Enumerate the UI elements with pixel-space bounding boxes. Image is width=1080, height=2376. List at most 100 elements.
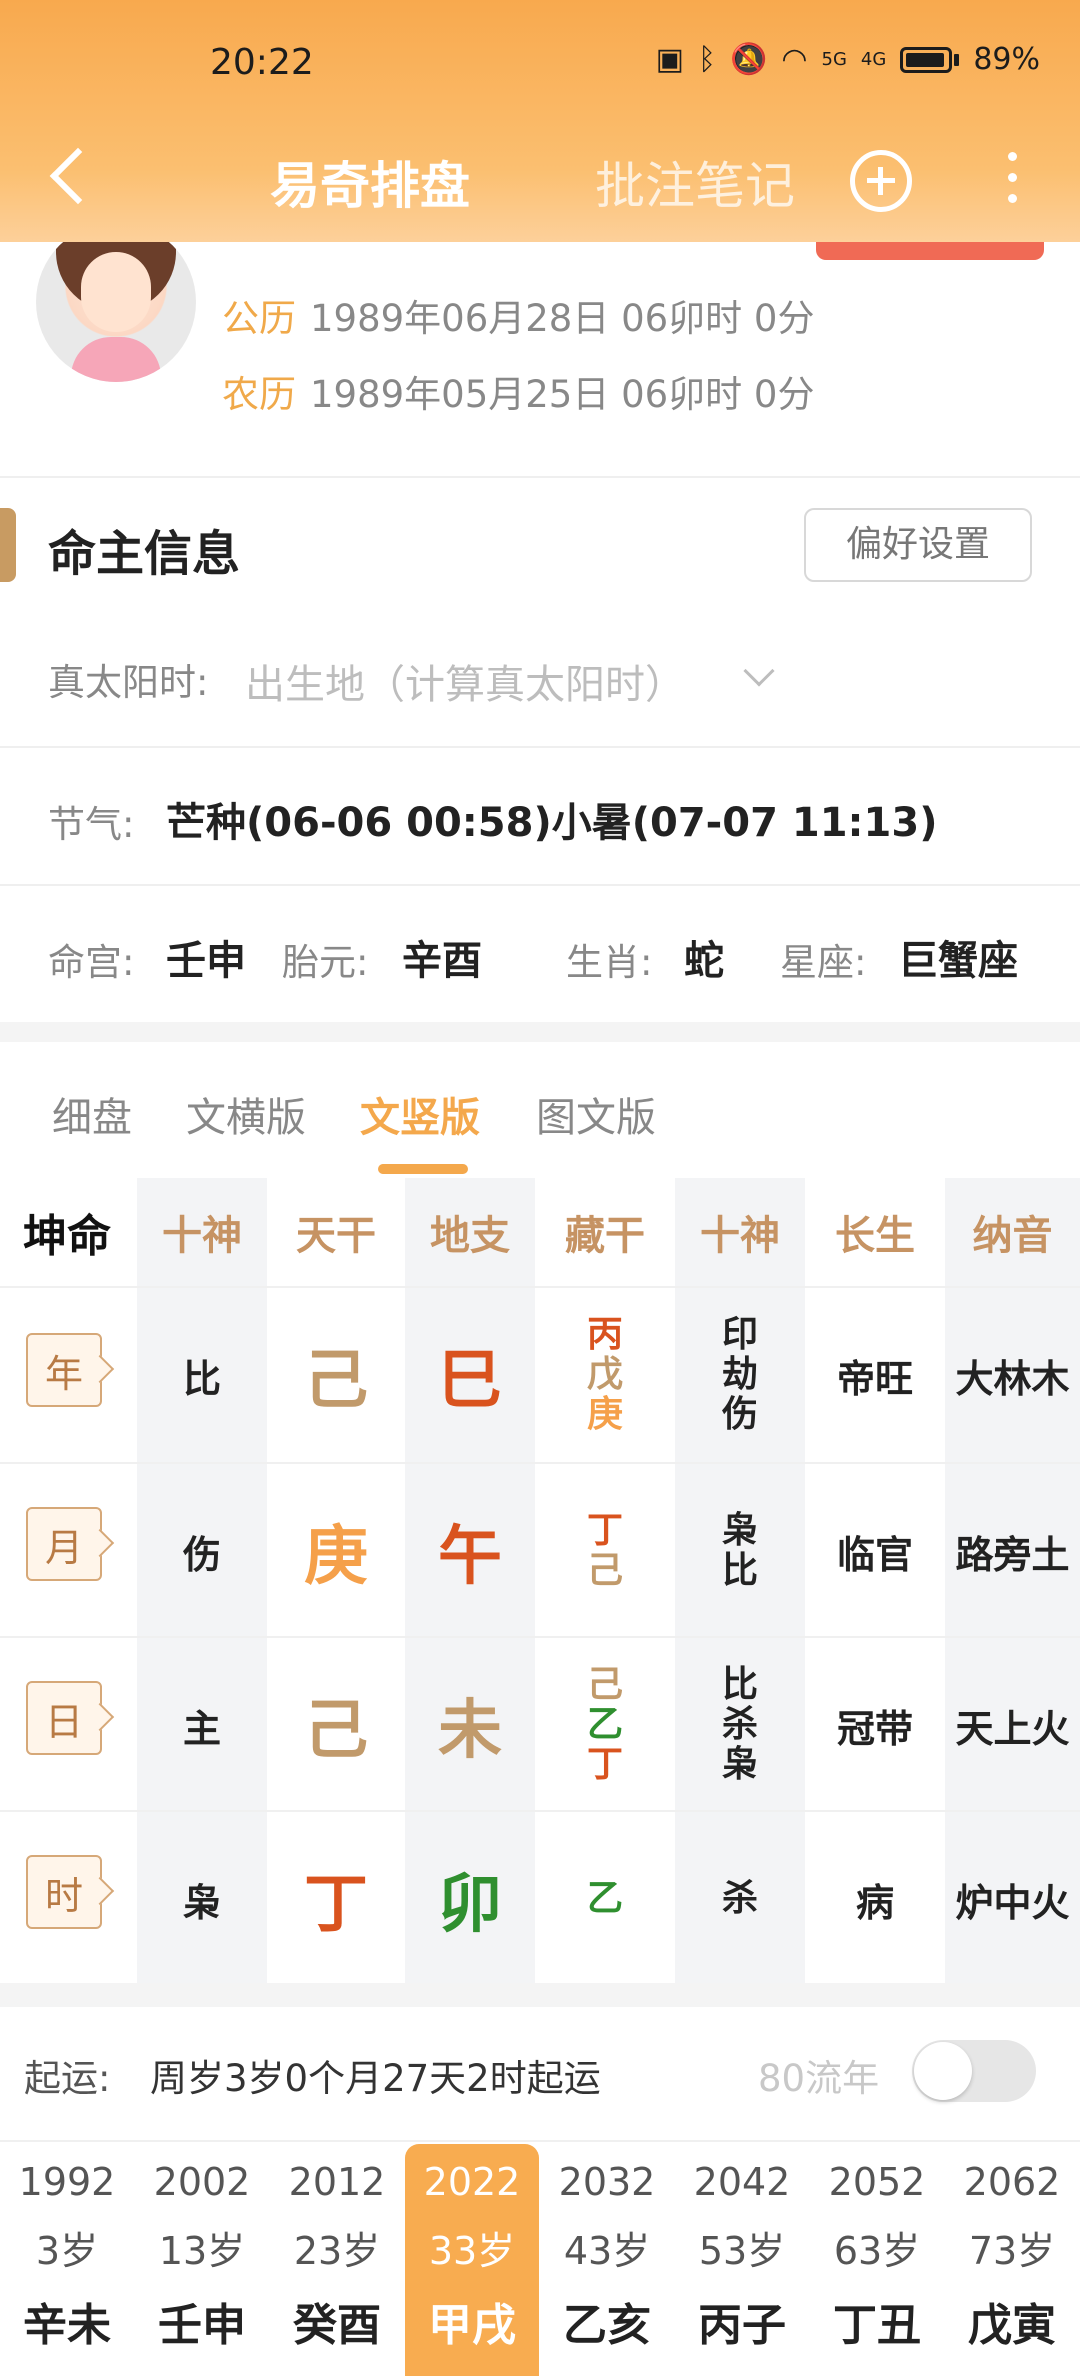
year-gan: 己 [304,1344,368,1418]
decade-item[interactable]: 2002 13岁 壬申 [135,2144,269,2376]
hour-canggan: 乙 [538,1812,672,1986]
notes-link[interactable]: 批注笔记 [595,146,795,218]
canggan-item: 丁 [586,1510,623,1551]
decade-year: 2022 [423,2160,521,2204]
back-button[interactable] [40,140,100,210]
battery-icon [900,46,953,73]
decade-ganzhi: 戊寅 [968,2300,1056,2351]
year-shishen2: 印 劫 伤 [675,1288,805,1462]
canggan-item: 己 [586,1550,623,1591]
more-vertical-icon[interactable] [1002,152,1022,222]
day-changsheng: 冠带 [836,1706,913,1751]
tab-indicator [378,1164,468,1174]
month-shishen: 伤 [182,1532,221,1577]
header-canggan: 藏干 [565,1213,645,1259]
section-accent-bar [0,508,16,582]
tab-text-vertical[interactable]: 文竖版 [360,1085,480,1143]
day-shishen2: 比 杀 枭 [675,1638,805,1812]
toggle-knob [914,2042,972,2100]
star-sign-label: 星座: [780,941,867,984]
decade-age: 63岁 [833,2229,921,2273]
shishen2-item: 枭 [721,1510,758,1551]
shishen2-item: 伤 [721,1394,758,1435]
decade-age: 43岁 [563,2229,651,2273]
solar-term-label: 节气: [48,803,135,846]
decade-item[interactable]: 2062 73岁 戊寅 [945,2144,1079,2376]
lunar-date-row: 农历 1989年05月25日 06卯时 0分 [222,364,814,418]
canggan-item: 戊 [586,1354,623,1395]
zodiac-label: 生肖: [566,941,653,984]
header-shishen2: 十神 [700,1213,780,1259]
canggan-item: 庚 [586,1394,623,1435]
decade-year: 2052 [828,2160,926,2204]
month-gan: 庚 [304,1520,368,1594]
lunar-label: 农历 [222,373,296,416]
true-solar-label: 真太阳时: [48,661,209,704]
flow-year-label: 80流年 [758,2057,880,2100]
flow-year-toggle[interactable] [912,2040,1036,2102]
decade-year: 2002 [153,2160,251,2204]
day-nayin: 天上火 [955,1706,1070,1751]
header-tiangan: 天干 [296,1213,376,1259]
section-gap [0,1983,1080,2007]
hour-nayin: 炉中火 [955,1880,1070,1925]
bluetooth-icon: ᛒ [697,42,716,77]
pillar-hour: 时 [26,1855,102,1929]
year-shishen: 比 [182,1356,221,1401]
year-nayin: 大林木 [955,1356,1070,1401]
decade-item-active[interactable]: 2022 33岁 甲戌 [405,2144,539,2376]
profile-card: 公历 1989年06月28日 06卯时 0分 农历 1989年05月25日 06卯时… [0,222,1080,474]
year-canggan: 丙 戊 庚 [538,1288,672,1462]
avatar [36,222,196,382]
decade-item[interactable]: 2012 23岁 癸酉 [270,2144,404,2376]
edit-button-partial[interactable] [816,242,1044,260]
decade-item[interactable]: 1992 3岁 辛未 [0,2144,134,2376]
wifi-icon: ◠ [781,42,808,77]
decade-ganzhi: 乙亥 [563,2300,651,2351]
shishen2-item: 比 [721,1664,758,1705]
header-nayin: 纳音 [972,1213,1053,1259]
tab-text-horizontal[interactable]: 文横版 [186,1085,306,1143]
status-icons: ▣ ᛒ 🔕 ◠ 5G 4G 89% [656,42,1040,77]
year-changsheng: 帝旺 [836,1356,913,1401]
decade-age: 23岁 [293,2229,381,2273]
tab-graphic[interactable]: 图文版 [536,1085,656,1143]
decade-ganzhi: 丙子 [698,2300,786,2351]
preference-button[interactable]: 偏好设置 [804,508,1032,582]
divider [0,746,1080,748]
year-zhi: 巳 [438,1344,502,1418]
decade-year: 1992 [18,2160,116,2204]
birthplace-select[interactable]: 出生地（计算真太阳时） [245,652,685,710]
decade-age: 53岁 [698,2229,786,2273]
ming-gong-value: 壬申 [166,938,246,984]
tab-detail[interactable]: 细盘 [52,1085,132,1143]
status-bar: 20:22 ▣ ᛒ 🔕 ◠ 5G 4G 89% [0,38,1080,98]
app-header: 20:22 ▣ ᛒ 🔕 ◠ 5G 4G 89% 易奇排盘 批注笔记 [0,0,1080,242]
canggan-item: 乙 [586,1704,623,1745]
month-nayin: 路旁土 [955,1532,1070,1577]
nav-bar: 易奇排盘 批注笔记 [0,130,1080,230]
decade-age: 73岁 [968,2229,1056,2273]
decade-item[interactable]: 2042 53岁 丙子 [675,2144,809,2376]
day-gan: 己 [304,1694,368,1768]
shishen2-item: 比 [721,1550,758,1591]
ming-gong-label: 命宫: [48,941,135,984]
status-time: 20:22 [210,42,314,83]
battery-percent: 89% [973,42,1040,77]
solar-label: 公历 [222,297,296,340]
tai-yuan-label: 胎元: [282,941,369,984]
canggan-item: 乙 [586,1878,623,1919]
pillar-month: 月 [26,1507,102,1581]
shishen2-item: 劫 [721,1354,758,1395]
decade-ganzhi: 丁丑 [833,2300,921,2351]
decade-item[interactable]: 2032 43岁 乙亥 [540,2144,674,2376]
divider [0,476,1080,478]
hour-changsheng: 病 [855,1880,894,1925]
add-circle-icon[interactable] [850,150,912,212]
month-canggan: 丁 己 [538,1464,672,1638]
day-canggan: 己 乙 丁 [538,1638,672,1812]
lunar-value: 1989年05月25日 06卯时 0分 [310,373,815,416]
hour-shishen2: 杀 [675,1812,805,1986]
decade-item[interactable]: 2052 63岁 丁丑 [810,2144,944,2376]
chevron-down-icon[interactable] [743,655,775,687]
